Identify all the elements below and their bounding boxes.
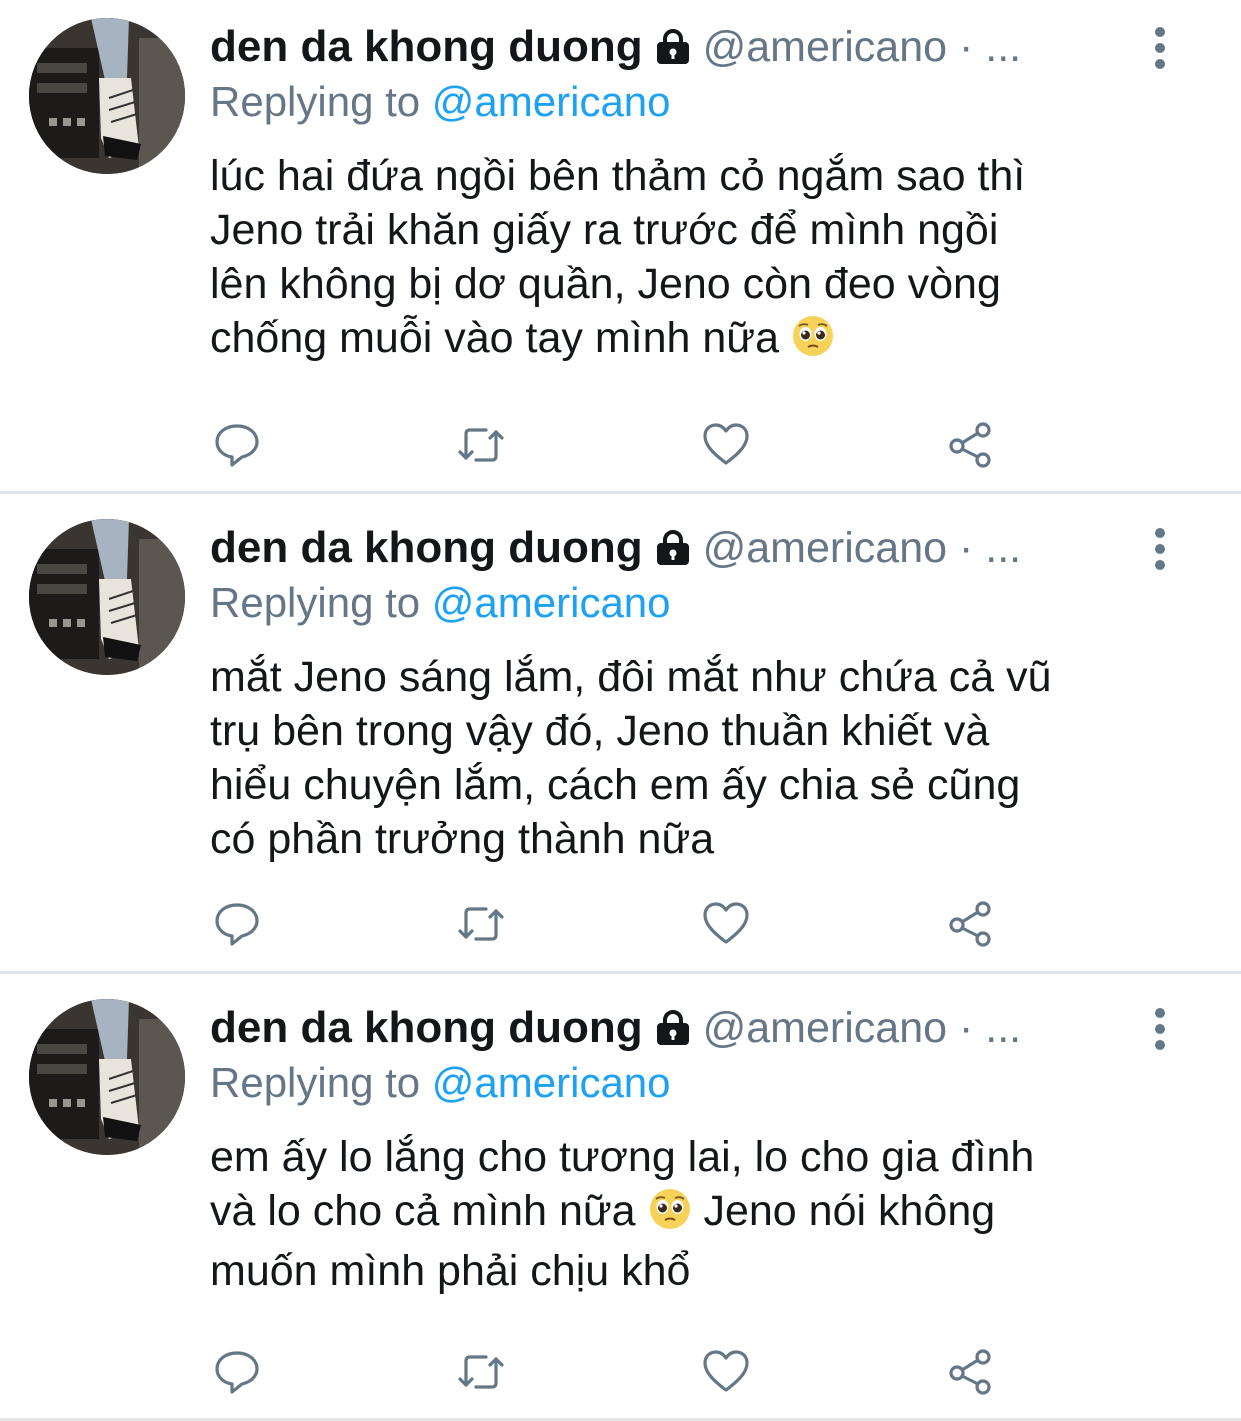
reply-icon[interactable] [212,899,262,949]
tweet-header: den da khong duong @americano · ... [210,523,1021,583]
avatar[interactable] [29,18,185,174]
author-name[interactable]: den da khong duong [210,1003,643,1052]
reply-icon[interactable] [212,420,262,470]
replying-mention-link[interactable]: @americano [432,1059,671,1106]
share-icon[interactable] [945,1347,995,1397]
heart-icon[interactable] [701,420,751,470]
tweet-meta: · ... [947,524,1022,572]
retweet-icon[interactable] [456,899,506,949]
author-handle[interactable]: @americano [703,1004,947,1052]
replying-label: Replying to [210,1059,432,1106]
share-icon[interactable] [945,420,995,470]
lock-icon [653,530,693,571]
more-vertical-icon[interactable] [1147,1005,1173,1057]
tweet-header: den da khong duong @americano · ... [210,1003,1021,1063]
more-vertical-icon[interactable] [1147,525,1173,577]
retweet-icon[interactable] [456,420,506,470]
tweet-text: lúc hai đứa ngồi bên thảm cỏ ngắm sao th… [210,149,1170,371]
author-handle[interactable]: @americano [703,23,947,71]
heart-icon[interactable] [701,1347,751,1397]
retweet-icon[interactable] [456,1347,506,1397]
tweet-text: mắt Jeno sáng lắm, đôi mắt như chứa cả v… [210,650,1170,866]
tweet-text: em ấy lo lắng cho tương lai, lo cho gia … [210,1130,1170,1298]
replying-label: Replying to [210,579,432,626]
tweet-actions [0,420,1241,470]
lock-icon [653,1010,693,1051]
tweet-header: den da khong duong @americano · ... [210,22,1021,82]
replying-to: Replying to @americano [210,579,671,627]
author-name[interactable]: den da khong duong [210,523,643,572]
reply-icon[interactable] [212,1347,262,1397]
replying-label: Replying to [210,78,432,125]
pleading-face-emoji [791,314,835,371]
divider [0,971,1241,974]
replying-to: Replying to @americano [210,1059,671,1107]
lock-icon [653,29,693,70]
author-handle[interactable]: @americano [703,524,947,572]
avatar[interactable] [29,999,185,1155]
replying-mention-link[interactable]: @americano [432,78,671,125]
tweet-meta: · ... [947,23,1022,71]
heart-icon[interactable] [701,899,751,949]
divider [0,491,1241,494]
share-icon[interactable] [945,899,995,949]
tweet-text-part: mắt Jeno sáng lắm, đôi mắt như chứa cả v… [210,653,1052,863]
more-vertical-icon[interactable] [1147,24,1173,76]
tweet-text-part: lúc hai đứa ngồi bên thảm cỏ ngắm sao th… [210,152,1026,362]
avatar[interactable] [29,519,185,675]
replying-to: Replying to @americano [210,78,671,126]
tweet-meta: · ... [947,1004,1022,1052]
pleading-face-emoji [648,1187,692,1244]
author-name[interactable]: den da khong duong [210,22,643,71]
tweet-actions [0,899,1241,949]
replying-mention-link[interactable]: @americano [432,579,671,626]
tweet-actions [0,1347,1241,1397]
